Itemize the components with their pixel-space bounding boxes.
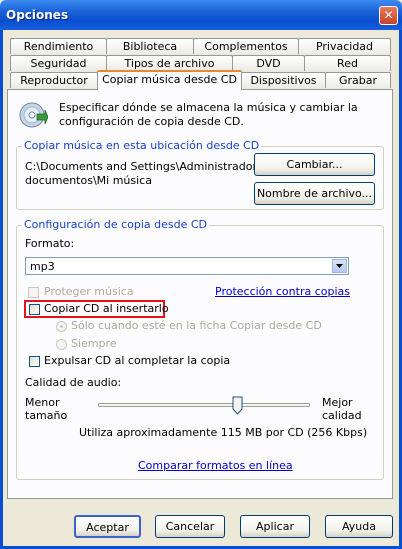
tab-dispositivos[interactable]: Dispositivos (241, 72, 326, 88)
change-location-button[interactable]: Cambiar... (254, 153, 375, 176)
tab-biblioteca[interactable]: Biblioteca (106, 38, 194, 54)
cd-rip-icon (19, 102, 48, 128)
title-bar[interactable]: Opciones ✕ (0, 0, 402, 30)
format-select[interactable]: mp3 (25, 257, 349, 275)
usage-text: Utiliza aproximadamente 115 MB por CD (2… (79, 426, 368, 439)
settings-group-title: Configuración de copia desde CD (22, 218, 210, 231)
quality-slider-track[interactable] (98, 403, 310, 407)
quality-slider-thumb[interactable] (232, 396, 243, 415)
eject-label: Expulsar CD al completar la copia (44, 354, 231, 367)
tab-grabar[interactable]: Grabar (325, 72, 391, 88)
help-button[interactable]: Ayuda (325, 515, 393, 538)
tab-dvd[interactable]: DVD (232, 55, 305, 71)
apply-button[interactable]: Aplicar (240, 515, 310, 538)
close-icon[interactable]: ✕ (379, 6, 398, 25)
eject-checkbox[interactable] (29, 356, 40, 367)
compare-formats-link[interactable]: Comparar formatos en línea (138, 459, 293, 472)
rip-on-insert-checkbox[interactable] (29, 304, 40, 315)
options-dialog: Opciones ✕ Rendimiento Biblioteca Comple… (0, 0, 402, 549)
location-group-title: Copiar música en esta ubicación desde CD (22, 139, 262, 152)
copy-protection-link[interactable]: Protección contra copias (215, 285, 350, 298)
protect-music-checkbox[interactable] (28, 287, 39, 298)
smaller-size-line1: Menor (25, 396, 60, 409)
tab-red[interactable]: Red (304, 55, 391, 71)
format-label: Formato: (25, 237, 75, 250)
ok-button[interactable]: Aceptar (74, 515, 141, 538)
tab-seguridad[interactable]: Seguridad (10, 55, 107, 71)
rip-on-insert-label: Copiar CD al insertarlo (44, 302, 169, 315)
location-path-line2: documentos\Mi música (25, 174, 152, 187)
radio-only-in-tab-label: Sólo cuando esté en la ficha Copiar desd… (71, 319, 322, 332)
radio-only-in-tab[interactable] (56, 321, 67, 332)
tab-reproductor[interactable]: Reproductor (10, 72, 98, 88)
file-name-button[interactable]: Nombre de archivo... (254, 182, 375, 205)
tab-copiar-musica-desde-cd[interactable]: Copiar música desde CD (97, 70, 242, 90)
tab-complementos[interactable]: Complementos (193, 38, 299, 54)
tab-privacidad[interactable]: Privacidad (298, 38, 391, 54)
location-path-line1: C:\Documents and Settings\Administrador\… (25, 160, 279, 173)
protect-music-label: Proteger música (44, 285, 134, 298)
smaller-size-line2: tamaño (25, 409, 68, 422)
radio-always-label: Siempre (71, 337, 117, 350)
description-line2: configuración de copia desde CD. (59, 115, 244, 128)
audio-quality-label: Calidad de audio: (25, 376, 122, 389)
format-select-value: mp3 (30, 260, 55, 273)
window-title: Opciones (6, 8, 69, 22)
tab-tipos-de-archivo[interactable]: Tipos de archivo (106, 55, 233, 71)
tab-panel: Especificar dónde se almacena la música … (7, 89, 393, 499)
window-frame-left (0, 30, 3, 549)
chevron-down-icon[interactable] (332, 259, 347, 273)
tab-rendimiento[interactable]: Rendimiento (10, 38, 107, 54)
description-line1: Especificar dónde se almacena la música … (59, 101, 358, 114)
radio-always[interactable] (56, 339, 67, 350)
better-quality-line2: calidad (322, 409, 362, 422)
better-quality-line1: Mejor (322, 396, 353, 409)
cancel-button[interactable]: Cancelar (155, 515, 225, 538)
